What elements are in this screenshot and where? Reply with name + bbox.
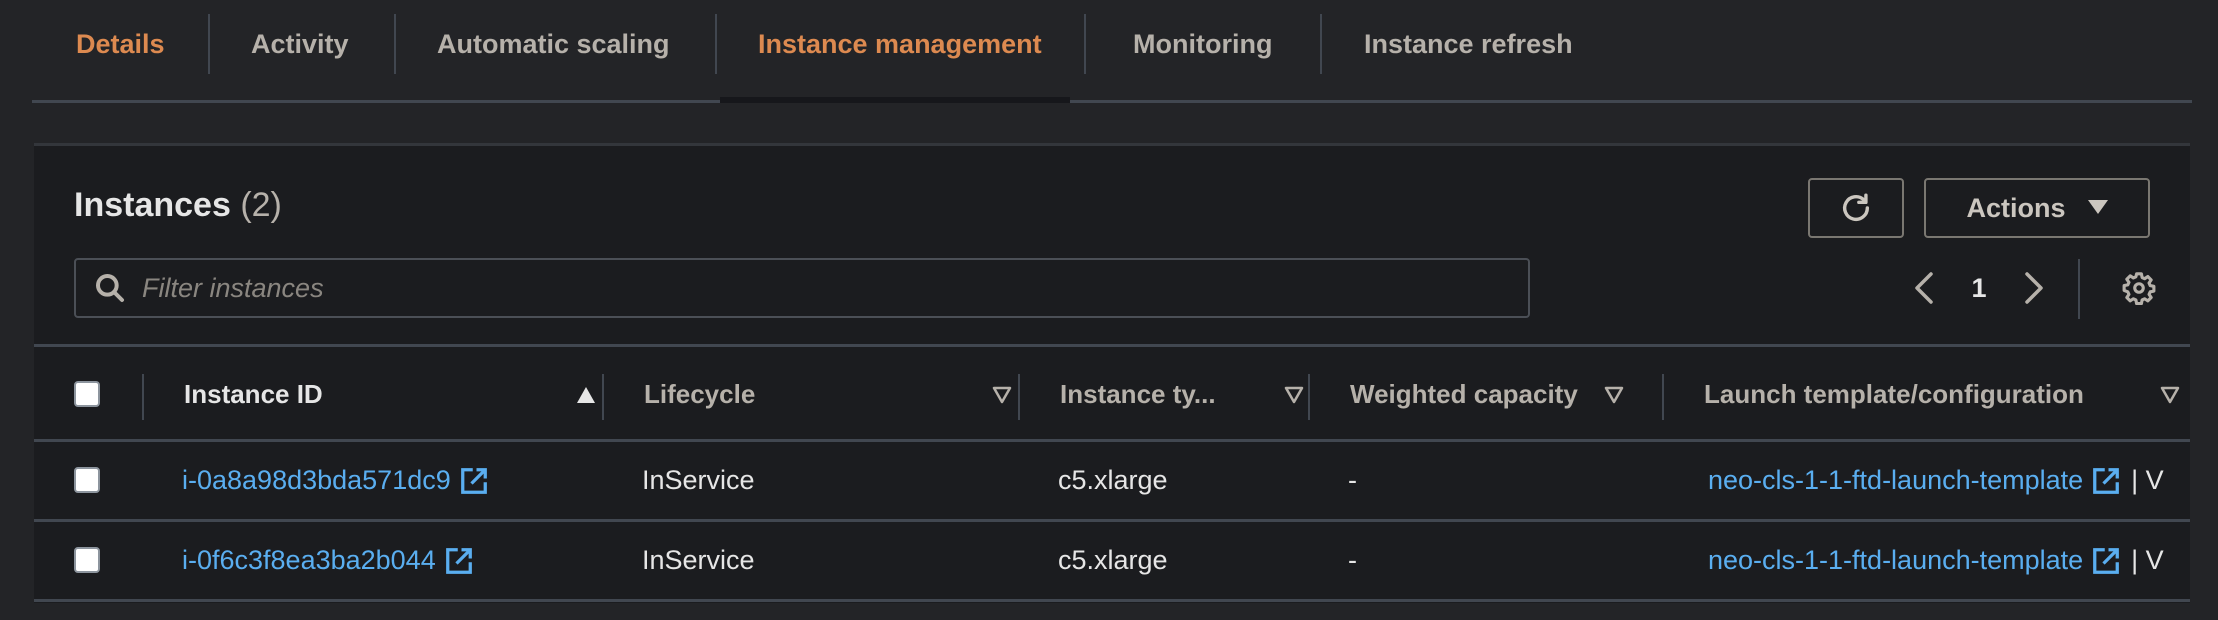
launch-template-link[interactable]: neo-cls-1-1-ftd-launch-template [1708,545,2083,576]
sort-icon[interactable] [1604,386,1624,404]
version-separator: | V [2131,465,2164,495]
previous-page-button[interactable] [1904,258,1944,318]
column-divider [1662,374,1664,420]
launch-template-link[interactable]: neo-cls-1-1-ftd-launch-template [1708,465,2083,496]
column-label: Launch template/configuration [1704,379,2084,409]
external-link-icon[interactable] [2091,466,2121,496]
tab-monitoring[interactable]: Monitoring [1133,14,1272,74]
column-label: Instance ty... [1060,379,1216,409]
refresh-button[interactable] [1808,178,1904,238]
tab-automatic-scaling[interactable]: Automatic scaling [437,14,670,74]
tab-divider [208,14,210,74]
instance-type-cell: c5.xlarge [1058,545,1168,575]
instance-id-link[interactable]: i-0a8a98d3bda571dc9 [182,465,451,496]
tab-instance-refresh[interactable]: Instance refresh [1364,14,1573,74]
launch-template-cell: neo-cls-1-1-ftd-launch-template | V [1708,442,2164,519]
pager-divider [2078,259,2080,319]
instance-id-link[interactable]: i-0f6c3f8ea3ba2b044 [182,545,436,576]
actions-label: Actions [1966,192,2066,223]
lifecycle-cell: InService [642,545,755,575]
tab-divider [715,14,717,74]
refresh-icon [1842,193,1870,221]
tab-bar: Details Activity Automatic scaling Insta… [32,0,2192,103]
sort-icon[interactable] [992,386,1012,404]
column-divider [142,374,144,420]
instance-type-cell: c5.xlarge [1058,465,1168,495]
column-divider [1018,374,1020,420]
table-row: i-0a8a98d3bda571dc9 InService c5.xlarge … [34,442,2190,522]
column-header-lifecycle[interactable]: Lifecycle [644,347,1016,442]
column-header-instance-type[interactable]: Instance ty... [1060,347,1304,442]
external-link-icon[interactable] [444,546,474,576]
sort-ascending-icon[interactable] [576,386,596,404]
tab-instance-management[interactable]: Instance management [758,14,1042,74]
column-header-launch-template[interactable]: Launch template/configuration [1704,347,2180,442]
tab-details[interactable]: Details [76,14,165,74]
launch-template-cell: neo-cls-1-1-ftd-launch-template | V [1708,522,2164,599]
gear-icon [2122,272,2156,305]
panel-title: Instances (2) [74,186,282,225]
instances-panel: Instances (2) Actions 1 [34,143,2190,603]
chevron-right-icon [2025,272,2043,304]
caret-down-icon [2087,200,2108,214]
next-page-button[interactable] [2014,258,2054,318]
column-label: Weighted capacity [1350,379,1578,409]
column-label: Instance ID [184,379,323,409]
active-tab-indicator [720,97,1070,103]
instance-id-cell: i-0f6c3f8ea3ba2b044 [182,522,474,599]
instance-id-cell: i-0a8a98d3bda571dc9 [182,442,489,519]
instance-count: (2) [240,186,282,224]
search-icon [96,274,124,302]
table-row: i-0f6c3f8ea3ba2b044 InService c5.xlarge … [34,522,2190,602]
actions-button[interactable]: Actions [1924,178,2150,238]
panel-title-text: Instances [74,186,231,224]
sort-icon[interactable] [1284,386,1304,404]
sort-icon[interactable] [2160,386,2180,404]
weighted-capacity-cell: - [1348,465,1357,495]
external-link-icon[interactable] [2091,546,2121,576]
filter-instances-input[interactable] [142,272,1528,304]
instances-table: Instance ID Lifecycle Instance ty... Wei… [34,344,2190,602]
page-number-1[interactable]: 1 [1959,258,1999,318]
column-divider [602,374,604,420]
select-all-checkbox[interactable] [74,381,100,407]
row-checkbox[interactable] [74,467,100,493]
tab-activity[interactable]: Activity [251,14,349,74]
external-link-icon[interactable] [459,466,489,496]
column-divider [1308,374,1310,420]
column-label: Lifecycle [644,379,756,409]
weighted-capacity-cell: - [1348,545,1357,575]
tab-divider [394,14,396,74]
tab-divider [1084,14,1086,74]
version-separator: | V [2131,545,2164,575]
preferences-button[interactable] [2114,258,2164,318]
lifecycle-cell: InService [642,465,755,495]
tab-divider [1320,14,1322,74]
row-checkbox[interactable] [74,547,100,573]
column-header-weighted-capacity[interactable]: Weighted capacity [1350,347,1624,442]
chevron-left-icon [1915,272,1933,304]
filter-search [74,258,1530,318]
table-header: Instance ID Lifecycle Instance ty... Wei… [34,344,2190,442]
column-header-instance-id[interactable]: Instance ID [184,347,604,442]
